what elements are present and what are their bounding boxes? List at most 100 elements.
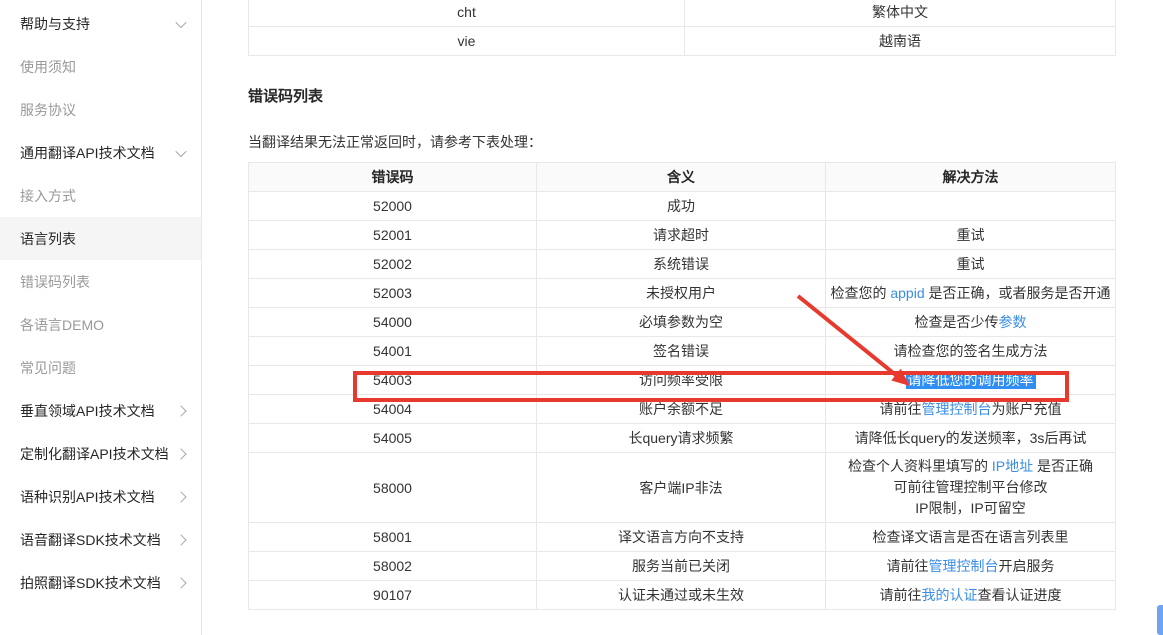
error-row: 58002服务当前已关闭请前往管理控制台开启服务 (249, 552, 1116, 581)
error-row: 90107认证未通过或未生效请前往我的认证查看认证进度 (249, 581, 1116, 610)
solution-line: 重试 (957, 227, 985, 243)
language-name-cell: 越南语 (685, 27, 1116, 56)
solution-line: 请前往我的认证查看认证进度 (880, 587, 1062, 603)
meaning-cell: 必填参数为空 (537, 308, 826, 337)
error-code-cell: 58001 (249, 523, 537, 552)
sidebar-item-service-agreement[interactable]: 服务协议 (0, 88, 201, 131)
solution-text: 开启服务 (999, 558, 1055, 574)
solution-line: 请前往管理控制台为账户充值 (880, 401, 1062, 417)
sidebar-item-language-detect-api-docs[interactable]: 语种识别API技术文档 (0, 475, 201, 518)
inline-link[interactable]: IP地址 (992, 458, 1033, 474)
meaning-cell: 访问频率受限 (537, 366, 826, 395)
sidebar-item-usage-notes[interactable]: 使用须知 (0, 45, 201, 88)
solution-line: 请降低长query的发送频率，3s后再试 (855, 430, 1087, 446)
solution-text: 为账户充值 (992, 401, 1062, 417)
solution-cell: 检查您的 appid 是否正确，或者服务是否开通 (826, 279, 1116, 308)
language-table: cht繁体中文vie越南语 (248, 0, 1116, 56)
sidebar-item-label: 语音翻译SDK技术文档 (20, 530, 161, 550)
solution-text: 请降低长query的发送频率，3s后再试 (855, 430, 1087, 446)
solution-line: 请降低您的调用频率 (906, 371, 1036, 389)
solution-text: 请前往 (887, 558, 929, 574)
inline-link[interactable]: 我的认证 (922, 587, 978, 603)
sidebar-item-access-method[interactable]: 接入方式 (0, 174, 201, 217)
solution-cell: 请前往管理控制台开启服务 (826, 552, 1116, 581)
sidebar-item-label: 各语言DEMO (20, 315, 104, 335)
solution-cell: 检查译文语言是否在语言列表里 (826, 523, 1116, 552)
error-code-table: 错误码含义解决方法 52000成功52001请求超时重试52002系统错误重试5… (248, 162, 1116, 610)
sidebar-item-vertical-api-docs[interactable]: 垂直领域API技术文档 (0, 389, 201, 432)
solution-text: 是否正确 (1033, 458, 1093, 474)
solution-text: 检查您的 (830, 285, 890, 301)
error-table-header: 错误码 (249, 163, 537, 192)
error-code-cell: 54000 (249, 308, 537, 337)
sidebar-item-label: 服务协议 (20, 100, 76, 120)
language-code-cell: vie (249, 27, 685, 56)
solution-cell: 请降低长query的发送频率，3s后再试 (826, 424, 1116, 453)
error-table-header: 解决方法 (826, 163, 1116, 192)
solution-cell: 检查个人资料里填写的 IP地址 是否正确可前往管理控制平台修改IP限制，IP可留… (826, 453, 1116, 523)
sidebar-item-label: 接入方式 (20, 186, 76, 206)
sidebar-item-photo-translate-sdk-docs[interactable]: 拍照翻译SDK技术文档 (0, 561, 201, 604)
sidebar-item-general-translate-api-docs[interactable]: 通用翻译API技术文档 (0, 131, 201, 174)
doc-page: { "colors": { "link": "#3a8ee6", "select… (0, 0, 1163, 635)
sidebar-item-language-list[interactable]: 语言列表 (0, 217, 201, 260)
meaning-cell: 译文语言方向不支持 (537, 523, 826, 552)
solution-text: 可前往管理控制平台修改 (894, 479, 1048, 495)
meaning-cell: 客户端IP非法 (537, 453, 826, 523)
sidebar-item-label: 定制化翻译API技术文档 (20, 444, 169, 464)
solution-text: 请前往 (880, 587, 922, 603)
solution-line: 请前往管理控制台开启服务 (887, 558, 1055, 574)
solution-cell: 检查是否少传参数 (826, 308, 1116, 337)
error-code-cell: 54004 (249, 395, 537, 424)
chevron-down-icon (175, 16, 186, 27)
inline-link[interactable]: 管理控制台 (922, 401, 992, 417)
sidebar-item-faq[interactable]: 常见问题 (0, 346, 201, 389)
language-row: vie越南语 (249, 27, 1116, 56)
error-code-cell: 52002 (249, 250, 537, 279)
meaning-cell: 系统错误 (537, 250, 826, 279)
sidebar-item-label: 通用翻译API技术文档 (20, 143, 155, 163)
solution-line: 可前往管理控制平台修改 (830, 477, 1111, 498)
meaning-cell: 签名错误 (537, 337, 826, 366)
sidebar-item-label: 语种识别API技术文档 (20, 487, 155, 507)
sidebar-item-speech-translate-sdk-docs[interactable]: 语音翻译SDK技术文档 (0, 518, 201, 561)
error-code-cell: 54005 (249, 424, 537, 453)
solution-cell: 请降低您的调用频率 (826, 366, 1116, 395)
solution-line: 检查是否少传参数 (915, 314, 1027, 330)
error-code-cell: 52001 (249, 221, 537, 250)
solution-text: 是否正确，或者服务是否开通 (925, 285, 1111, 301)
error-row: 58000客户端IP非法检查个人资料里填写的 IP地址 是否正确可前往管理控制平… (249, 453, 1116, 523)
sidebar-item-language-demo[interactable]: 各语言DEMO (0, 303, 201, 346)
sidebar-item-label: 常见问题 (20, 358, 76, 378)
solution-cell: 重试 (826, 221, 1116, 250)
inline-link[interactable]: appid (890, 285, 924, 301)
meaning-cell: 请求超时 (537, 221, 826, 250)
sidebar-item-custom-translate-api-docs[interactable]: 定制化翻译API技术文档 (0, 432, 201, 475)
error-row: 54000必填参数为空 检查是否少传参数 (249, 308, 1116, 337)
sidebar-item-error-code-list[interactable]: 错误码列表 (0, 260, 201, 303)
section-intro: 当翻译结果无法正常返回时，请参考下表处理： (248, 132, 542, 152)
error-code-cell: 52003 (249, 279, 537, 308)
error-table-header-row: 错误码含义解决方法 (249, 163, 1116, 192)
sidebar-item-label: 语言列表 (20, 229, 76, 249)
solution-line: 检查您的 appid 是否正确，或者服务是否开通 (830, 285, 1110, 301)
error-row: 52003未授权用户检查您的 appid 是否正确，或者服务是否开通 (249, 279, 1116, 308)
error-row: 52001请求超时 重试 (249, 221, 1116, 250)
solution-line: 请检查您的签名生成方法 (894, 343, 1048, 359)
language-row: cht繁体中文 (249, 0, 1116, 27)
error-row-annotated: 54003访问频率受限请降低您的调用频率 (249, 366, 1116, 395)
sidebar: 帮助与支持使用须知服务协议通用翻译API技术文档接入方式语言列表错误码列表各语言… (0, 0, 202, 635)
sidebar-item-help-support[interactable]: 帮助与支持 (0, 2, 201, 45)
error-code-cell: 58002 (249, 552, 537, 581)
chevron-right-icon (175, 448, 186, 459)
error-row: 52002系统错误重试 (249, 250, 1116, 279)
floating-widget[interactable] (1157, 605, 1163, 635)
solution-text: 检查个人资料里填写的 (848, 458, 992, 474)
sidebar-nav: 帮助与支持使用须知服务协议通用翻译API技术文档接入方式语言列表错误码列表各语言… (0, 2, 201, 604)
inline-link[interactable]: 参数 (999, 314, 1027, 330)
solution-cell (826, 192, 1116, 221)
language-code-cell: cht (249, 0, 685, 27)
solution-line: 检查个人资料里填写的 IP地址 是否正确 (830, 456, 1111, 477)
sidebar-item-label: 使用须知 (20, 57, 76, 77)
inline-link[interactable]: 管理控制台 (929, 558, 999, 574)
